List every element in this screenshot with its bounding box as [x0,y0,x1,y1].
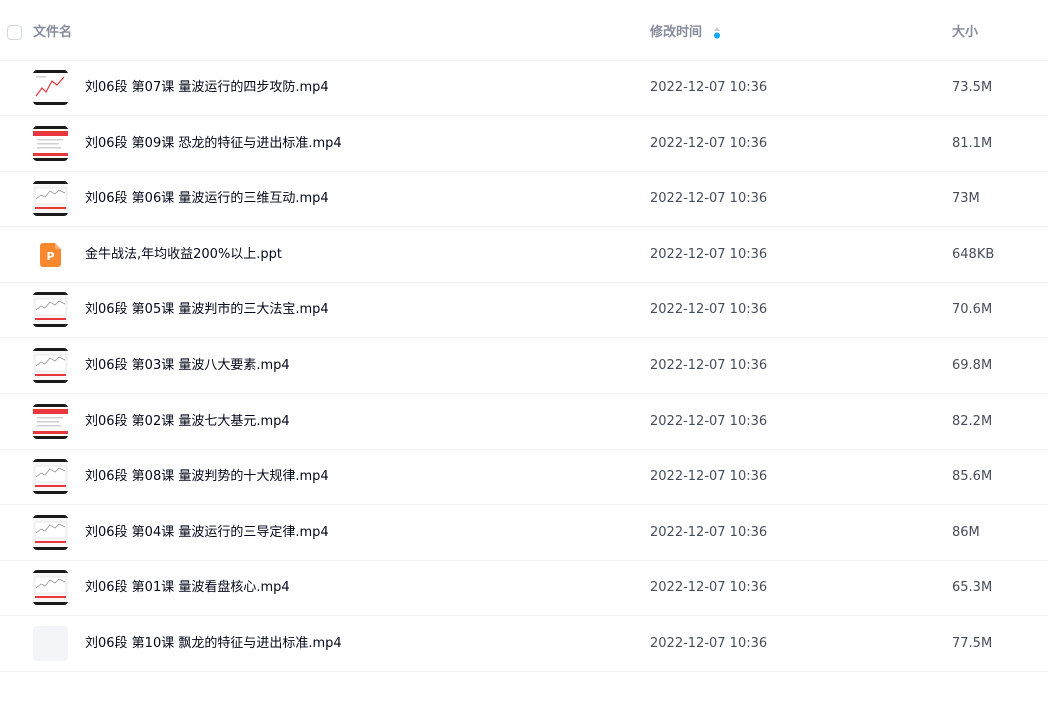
file-size: 73M [952,191,980,207]
video-thumbnail-icon [33,403,68,439]
file-row[interactable]: 刘06段 第01课 量波看盘核心.mp4 2022-12-07 10:36 65.3… [0,560,1048,617]
file-row[interactable]: 刘06段 第09课 恐龙的特征与进出标准.mp4 2022-12-07 10:36… [0,116,1048,172]
file-modified-time: 2022-12-07 10:36 [650,80,768,95]
file-row[interactable]: 刘06段 第04课 量波运行的三导定律.mp4 2022-12-07 10:36 8… [0,505,1048,561]
sort-icon[interactable] [713,26,721,40]
file-name[interactable]: 刘06段 第03课 量波八大要素.mp4 [85,356,290,376]
column-header-name[interactable]: 文件名 [33,24,72,42]
file-modified-time: 2022-12-07 10:36 [650,413,768,429]
file-row[interactable]: 刘06段 第08课 量波判势的十大规律.mp4 2022-12-07 10:36 8… [0,449,1048,506]
file-size: 81.1M [952,135,993,151]
video-thumbnail-icon [33,125,68,161]
svg-text:P: P [46,250,54,263]
file-name[interactable]: 刘06段 第04课 量波运行的三导定律.mp4 [85,523,329,543]
column-header-time[interactable]: 修改时间 [650,24,702,42]
file-list: 文件名 修改时间 大小 刘06段 第07课 量波运行的四步攻防.mp4 2022-… [0,0,1048,704]
file-row[interactable]: 刘06段 第02课 量波七大基元.mp4 2022-12-07 10:36 82.2… [0,394,1048,450]
file-size: 73.5M [952,80,993,95]
file-size: 648KB [952,246,995,262]
video-thumbnail-icon [33,181,68,217]
video-thumbnail-icon [33,459,68,495]
file-size: 82.2M [952,413,993,429]
file-name[interactable]: 刘06段 第06课 量波运行的三维互动.mp4 [85,189,329,209]
file-row[interactable]: 刘06段 第07课 量波运行的四步攻防.mp4 2022-12-07 10:36 7… [0,60,1048,116]
file-row[interactable]: 刘06段 第03课 量波八大要素.mp4 2022-12-07 10:36 69.8… [0,338,1048,394]
file-name[interactable]: 刘06段 第02课 量波七大基元.mp4 [85,412,290,432]
blank-thumbnail-icon [33,626,68,661]
file-row[interactable]: 刘06段 第06课 量波运行的三维互动.mp4 2022-12-07 10:36 7… [0,171,1048,228]
file-name[interactable]: 刘06段 第05课 量波判市的三大法宝.mp4 [85,300,329,320]
select-all-checkbox[interactable] [7,25,22,40]
file-row[interactable]: 刘06段 第05课 量波判市的三大法宝.mp4 2022-12-07 10:36 7… [0,282,1048,339]
video-thumbnail-icon [33,514,68,550]
file-row[interactable]: 刘06段 第10课 飘龙的特征与进出标准.mp4 2022-12-07 10:36… [0,616,1048,672]
video-thumbnail-icon [33,570,68,606]
column-header-size[interactable]: 大小 [952,24,978,42]
file-size: 85.6M [952,469,993,485]
video-thumbnail-icon [33,292,68,328]
file-modified-time: 2022-12-07 10:36 [650,469,768,485]
file-modified-time: 2022-12-07 10:36 [650,358,768,373]
video-thumbnail-icon [33,348,68,383]
file-name[interactable]: 刘06段 第07课 量波运行的四步攻防.mp4 [85,78,329,98]
file-modified-time: 2022-12-07 10:36 [650,302,768,318]
file-name[interactable]: 刘06段 第10课 飘龙的特征与进出标准.mp4 [85,634,342,654]
file-size: 65.3M [952,580,993,596]
ppt-file-icon: P [40,242,61,267]
file-size: 70.6M [952,302,993,318]
file-name[interactable]: 刘06段 第01课 量波看盘核心.mp4 [85,578,290,598]
file-modified-time: 2022-12-07 10:36 [650,246,768,262]
file-name[interactable]: 刘06段 第09课 恐龙的特征与进出标准.mp4 [85,134,342,154]
file-size: 77.5M [952,636,993,651]
file-modified-time: 2022-12-07 10:36 [650,524,768,540]
file-name[interactable]: 刘06段 第08课 量波判势的十大规律.mp4 [85,467,329,487]
list-header: 文件名 修改时间 大小 [0,0,1048,61]
file-modified-time: 2022-12-07 10:36 [650,636,768,651]
file-modified-time: 2022-12-07 10:36 [650,191,768,207]
file-row[interactable]: P 金牛战法,年均收益200%以上.ppt 2022-12-07 10:36 648… [0,227,1048,283]
file-name[interactable]: 金牛战法,年均收益200%以上.ppt [85,245,282,265]
file-modified-time: 2022-12-07 10:36 [650,580,768,596]
file-modified-time: 2022-12-07 10:36 [650,135,768,151]
video-thumbnail-icon [33,70,68,105]
file-size: 86M [952,524,980,540]
file-size: 69.8M [952,358,993,373]
